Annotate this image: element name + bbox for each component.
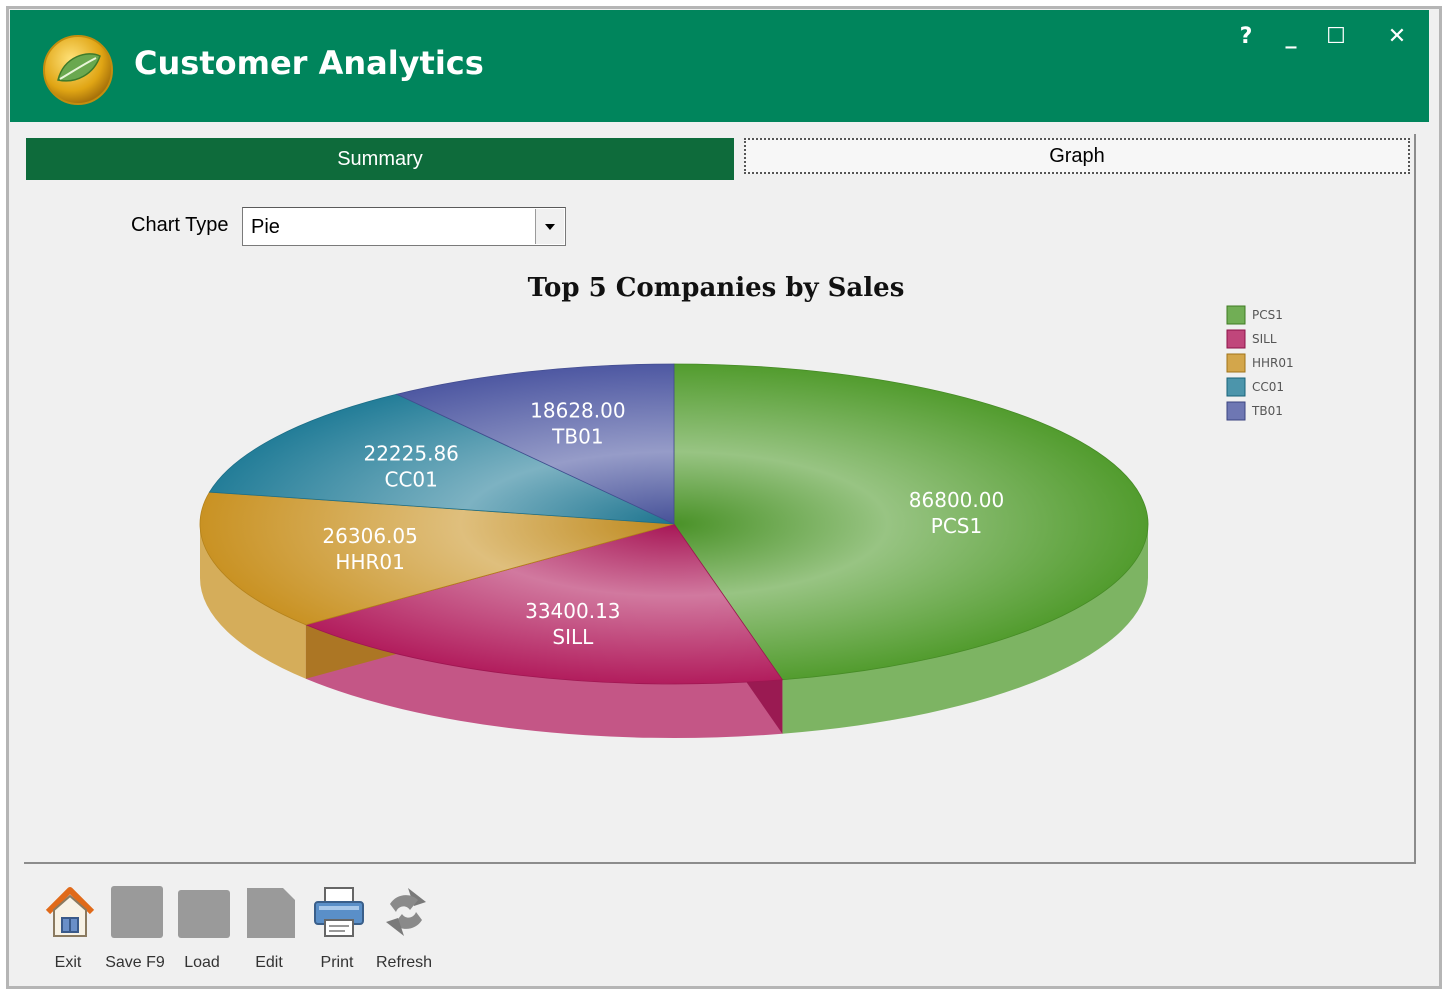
legend-swatch (1226, 401, 1246, 421)
toolbar-label: Print (320, 954, 354, 971)
toolbar-label: Load (184, 954, 220, 971)
legend-swatch (1226, 329, 1246, 349)
slice-value-label: 33400.13 (525, 599, 620, 623)
slice-category-label: PCS1 (931, 514, 982, 538)
legend-label: CC01 (1252, 380, 1284, 394)
exit-button[interactable]: Exit (36, 884, 100, 976)
print-button[interactable]: Print (305, 884, 369, 976)
legend-label: PCS1 (1252, 308, 1283, 322)
chart-legend: PCS1 SILL HHR01 CC01 TB01 (1226, 305, 1294, 421)
refresh-icon (378, 884, 434, 940)
toolbar-label: Save F9 (105, 954, 165, 971)
toolbar-label: Edit (255, 954, 283, 971)
chart-title: Top 5 Companies by Sales (528, 273, 905, 303)
slice-value-label: 26306.05 (322, 524, 417, 548)
load-icon (176, 884, 232, 940)
slice-category-label: TB01 (551, 425, 603, 449)
edit-button[interactable]: Edit (237, 884, 301, 976)
slice-value-label: 22225.86 (363, 442, 458, 466)
legend-swatch (1226, 377, 1246, 397)
refresh-button[interactable]: Refresh (372, 884, 436, 976)
save-button[interactable]: Save F9 (103, 884, 167, 976)
slice-value-label: 18628.00 (530, 399, 625, 423)
slice-category-label: SILL (552, 625, 594, 649)
pie-chart: Top 5 Companies by Sales86800.00PCS13340… (199, 273, 1294, 738)
toolbar-label: Refresh (375, 954, 433, 971)
slice-category-label: CC01 (385, 468, 438, 492)
home-icon (42, 884, 98, 940)
legend-label: TB01 (1251, 404, 1283, 418)
legend-swatch (1226, 353, 1246, 373)
legend-label: SILL (1252, 332, 1277, 346)
slice-value-label: 86800.00 (909, 488, 1004, 512)
legend-label: HHR01 (1252, 356, 1294, 370)
legend-swatch (1226, 305, 1246, 325)
toolbar-label: Exit (54, 954, 82, 971)
slice-category-label: HHR01 (335, 550, 404, 574)
load-button[interactable]: Load (170, 884, 234, 976)
save-icon (109, 884, 165, 940)
printer-icon (311, 884, 367, 940)
edit-icon (243, 884, 299, 940)
